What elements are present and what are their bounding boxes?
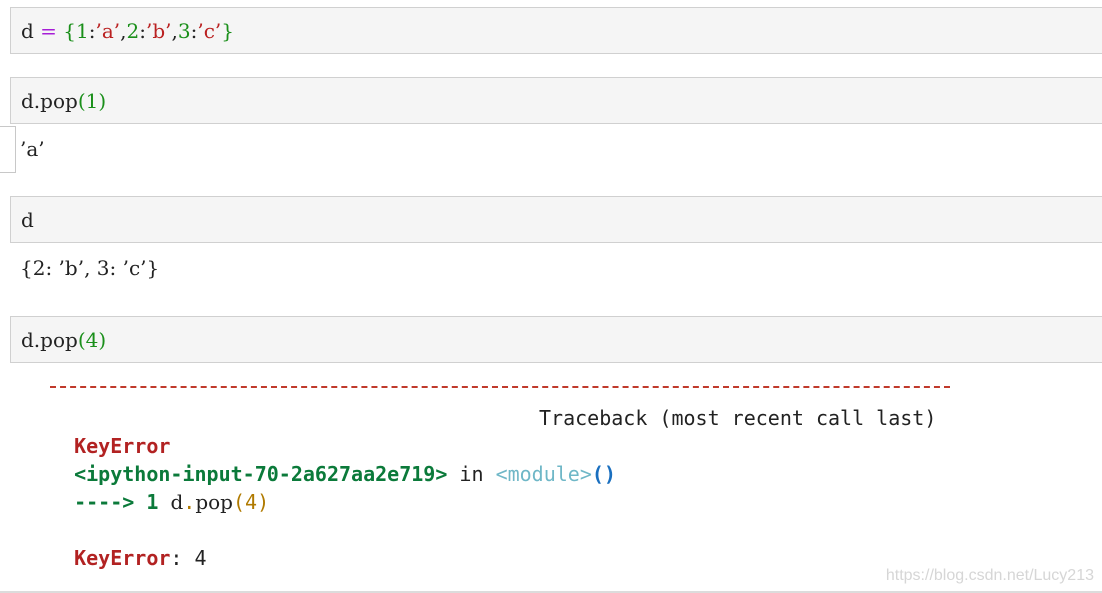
traceback-arrow: ---->: [74, 490, 135, 514]
code-token: (: [77, 328, 86, 352]
code-cell-input-4[interactable]: d.pop(4): [10, 316, 1102, 363]
code-token: 2: [126, 19, 140, 43]
traceback-line-number: 1: [146, 490, 159, 514]
code-token: 1: [76, 19, 89, 43]
code-token: ’a’: [95, 19, 121, 43]
code-cell-input-2[interactable]: d.pop(1): [10, 77, 1102, 124]
code-token: d.pop: [21, 328, 78, 352]
code-token: (: [77, 89, 86, 113]
code-token: ’c’: [197, 19, 222, 43]
traceback-code-method: pop: [195, 490, 233, 514]
traceback-label: Traceback (most recent call last): [539, 406, 937, 430]
final-error-message: : 4: [170, 546, 207, 570]
code-token: d: [21, 19, 34, 43]
traceback-module-parens: (): [591, 462, 616, 486]
cell-output-3: {2: ’b’, 3: ’c’}: [20, 256, 160, 280]
traceback-separator: [50, 386, 950, 388]
code-token: 3: [177, 19, 191, 43]
code-token: =: [40, 19, 57, 43]
code-cell-input-1[interactable]: d = {1:’a’,2:’b’,3:’c’}: [10, 7, 1102, 54]
code-token: :: [139, 19, 146, 43]
code-token: d: [21, 208, 34, 232]
traceback-code-arg: 4: [245, 490, 258, 514]
output-collapse-handle[interactable]: [0, 126, 16, 173]
code-token: {: [63, 19, 77, 43]
traceback-code-open: (: [232, 490, 246, 514]
code-cell-input-3[interactable]: d: [10, 196, 1102, 243]
traceback-module: <module>: [495, 462, 592, 486]
code-token: 1: [85, 89, 99, 113]
cell-output-2: ’a’: [20, 137, 45, 161]
code-token: 4: [85, 328, 99, 352]
traceback-in: in: [459, 462, 484, 486]
traceback-code-close: ): [257, 490, 270, 514]
code-token: ): [98, 328, 107, 352]
code-token: }: [221, 19, 235, 43]
code-token: ): [98, 89, 107, 113]
final-error-name: KeyError: [74, 546, 171, 570]
traceback-code-dot: .: [183, 490, 196, 514]
code-token: ’b’: [146, 19, 172, 43]
traceback-code-line: ----> 1 d.pop(4): [50, 460, 269, 516]
traceback-code-name: d: [170, 490, 184, 514]
traceback-final: KeyError: 4: [50, 516, 207, 572]
code-token: d.pop: [21, 89, 78, 113]
watermark: https://blog.csdn.net/Lucy213: [885, 567, 1094, 584]
code-token: :: [88, 19, 96, 43]
